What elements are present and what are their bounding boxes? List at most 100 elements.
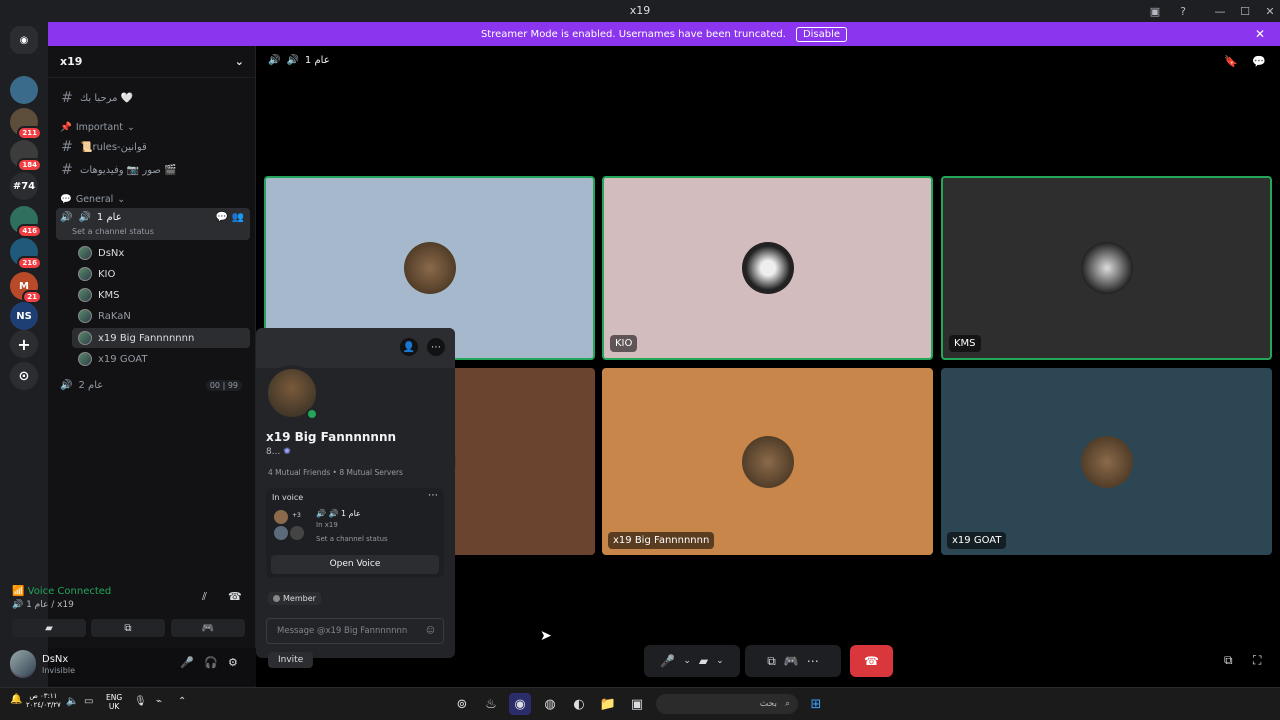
emoji-icon[interactable]: ☺	[426, 619, 435, 643]
channel-media[interactable]: # صور 📷 وفيديوهات 🎬	[56, 159, 250, 181]
voice-status: 📶 Voice Connected	[12, 586, 112, 597]
video-tile[interactable]: x19 GOAT	[941, 368, 1272, 555]
gear-icon[interactable]: ⚙	[228, 656, 238, 669]
voice-user[interactable]: KMS	[72, 285, 250, 305]
channel-status[interactable]: Set a channel status	[316, 535, 388, 543]
voice-user[interactable]: x19 GOAT	[72, 349, 250, 369]
badge-icon: ✺	[283, 447, 291, 457]
activities-button[interactable]: 🎮	[171, 619, 245, 637]
gamepad-icon[interactable]: 🎮	[784, 654, 799, 668]
server-icon[interactable]	[10, 76, 38, 104]
minimize-button[interactable]: —	[1207, 0, 1233, 22]
disable-streamer-button[interactable]: Disable	[795, 26, 848, 42]
add-friend-icon[interactable]: 👤	[400, 338, 418, 356]
unread-badge: 211	[17, 126, 42, 140]
help-icon[interactable]: ?	[1170, 0, 1196, 22]
microphone-icon[interactable]: 🎤	[660, 654, 675, 668]
notification-icon[interactable]: 🔔	[10, 694, 22, 705]
maximize-button[interactable]: ☐	[1232, 0, 1258, 22]
folder-icon[interactable]: 📁	[597, 693, 619, 715]
chevron-up-icon[interactable]: ⌃	[178, 696, 186, 707]
popout-icon[interactable]: ⧉	[1224, 653, 1233, 668]
open-voice-button[interactable]: Open Voice	[271, 555, 439, 574]
guild-header[interactable]: x19 ⌄	[48, 46, 256, 78]
mutuals[interactable]: 4 Mutual Friends • 8 Mutual Servers	[268, 468, 403, 477]
screen-share-icon[interactable]: ⧉	[767, 654, 776, 669]
bookmark-icon[interactable]: 🔖	[1224, 55, 1238, 68]
task-view-icon[interactable]: ▣	[626, 693, 648, 715]
avatar	[78, 288, 92, 302]
user-profile-popup: 👤 ⋯ x19 Big Fannnnnnn 8... ✺ 4 Mutual Fr…	[256, 328, 455, 658]
message-input[interactable]: Message @x19 Big Fannnnnnn ☺	[266, 618, 444, 644]
server-icon[interactable]: 184	[10, 140, 42, 172]
add-user-icon[interactable]: 👥	[232, 212, 244, 223]
search-box[interactable]: بحث ⌕	[656, 694, 798, 714]
server-icon[interactable]: 416	[10, 206, 42, 238]
close-banner-icon[interactable]: ✕	[1255, 27, 1265, 41]
fullscreen-icon[interactable]: ⛶	[1253, 653, 1261, 668]
video-tile[interactable]: x19 Big Fannnnnnn	[602, 368, 933, 555]
bluetooth-icon[interactable]: ⌁	[156, 696, 162, 707]
screen-share-button[interactable]: ⧉	[91, 619, 165, 637]
server-icon[interactable]: #74	[10, 172, 38, 200]
voice-user[interactable]: x19 Big Fannnnnnn	[72, 328, 250, 348]
close-window-button[interactable]: ✕	[1257, 0, 1280, 22]
steam-icon[interactable]: ♨	[480, 693, 502, 715]
more-icon[interactable]: ⋯	[427, 338, 445, 356]
noise-suppression-icon[interactable]: ⫽	[202, 590, 207, 604]
voice-channel-1[interactable]: 🔊 🔊 عام 1 💬 👥 Set a channel status	[56, 208, 250, 240]
edge-icon[interactable]: ◐	[568, 693, 590, 715]
invite-button[interactable]: Invite	[268, 652, 314, 668]
server-icon[interactable]: NS	[10, 302, 38, 330]
voice-user[interactable]: DsNx	[72, 243, 250, 263]
channel-rules[interactable]: # 📜rules-قوانين	[56, 136, 250, 158]
clock[interactable]: ٠٣:١١ ص ٢٠٢٤/٠٣/٢٧	[26, 692, 61, 710]
streamer-mode-banner: Streamer Mode is enabled. Usernames have…	[48, 22, 1280, 46]
network-icon[interactable]: ▭	[84, 696, 93, 707]
windows-start-icon[interactable]: ⊞	[805, 693, 827, 715]
more-icon[interactable]: ⋯	[428, 490, 438, 501]
video-tile[interactable]: KMS	[941, 176, 1272, 360]
add-server-icon[interactable]: +	[10, 330, 38, 358]
window-title: x19	[629, 4, 651, 17]
chat-icon[interactable]: 💬	[1252, 55, 1266, 68]
disconnect-icon[interactable]: ☎	[228, 590, 242, 603]
headphones-icon[interactable]: 🎧	[204, 656, 218, 669]
role-tag[interactable]: Member	[268, 592, 321, 605]
more-icon[interactable]: ⋯	[807, 654, 819, 668]
voice-user-name: DsNx	[98, 247, 125, 259]
camera-off-button[interactable]: ▰	[12, 619, 86, 637]
discover-icon[interactable]: ⊙	[10, 362, 38, 390]
user-avatar[interactable]	[10, 650, 36, 676]
channel-status[interactable]: Set a channel status	[72, 227, 154, 236]
video-tile[interactable]: KIO	[602, 176, 933, 360]
voice-user[interactable]: RaKaN	[72, 306, 250, 326]
app-icon[interactable]: ⊚	[451, 693, 473, 715]
voice-channel-2[interactable]: 🔊 عام 2 00 | 99	[56, 374, 250, 396]
voice-user[interactable]: KIO	[72, 264, 250, 284]
discord-icon[interactable]: ◉	[509, 693, 531, 715]
category-important[interactable]: 📌 Important ⌄	[60, 122, 135, 133]
app-icon[interactable]: ◍	[539, 693, 561, 715]
avatar	[741, 242, 794, 294]
channel-welcome[interactable]: # مرحبا بك 🤍	[56, 87, 250, 109]
inbox-icon[interactable]: ▣	[1142, 0, 1168, 22]
server-icon[interactable]: 211	[10, 108, 42, 140]
voice-user-name: x19 GOAT	[98, 353, 148, 365]
chat-icon[interactable]: 💬	[216, 212, 228, 223]
microphone-icon[interactable]: 🎙	[134, 696, 147, 707]
microphone-icon[interactable]: 🎤	[180, 656, 194, 669]
camera-off-icon[interactable]: ▰	[699, 654, 708, 668]
server-label: NS	[16, 310, 32, 322]
voice-location[interactable]: 🔊 عام 1 / x19	[12, 600, 74, 610]
category-general[interactable]: 💬 General ⌄	[60, 194, 125, 205]
server-icon[interactable]: 216	[10, 238, 42, 270]
discord-home-icon[interactable]: ◉	[10, 26, 38, 54]
volume-icon[interactable]: 🔈	[66, 696, 78, 707]
disconnect-button[interactable]: ☎	[850, 645, 893, 677]
unread-badge: 216	[17, 256, 42, 270]
chevron-down-icon[interactable]: ⌄	[716, 656, 724, 666]
chevron-down-icon[interactable]: ⌄	[683, 656, 691, 666]
language-indicator[interactable]: ENG UK	[106, 693, 122, 711]
server-icon[interactable]: M 21	[10, 272, 42, 304]
